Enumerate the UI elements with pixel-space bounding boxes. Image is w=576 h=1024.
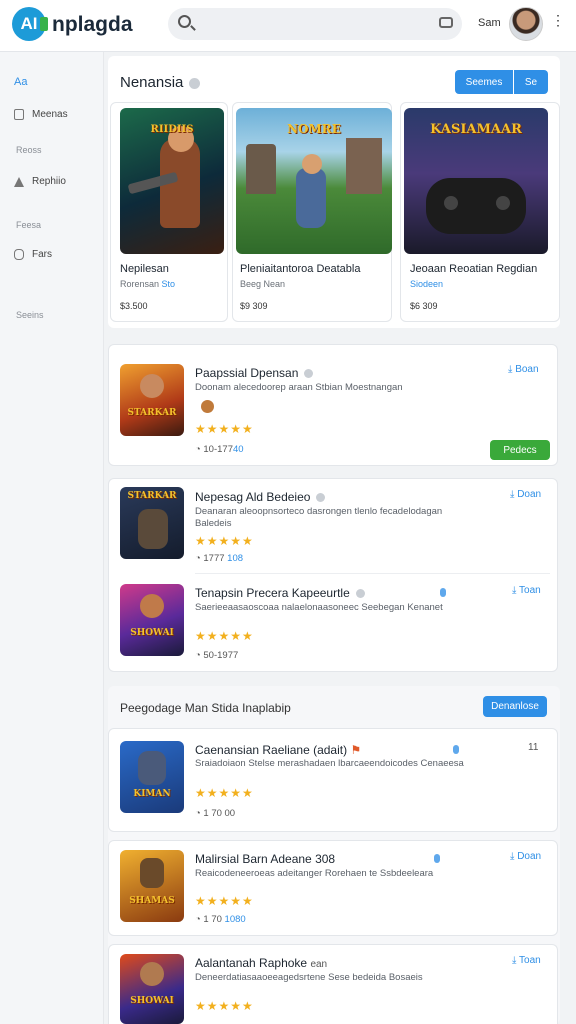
app-title: Tenapsin Precera Kapeeurtle	[195, 586, 365, 600]
info-icon	[189, 77, 201, 89]
app-title: Nepesag Ald Bedeieo	[195, 490, 326, 504]
app-meta: ◔ 50-1977	[195, 650, 239, 661]
sidebar-item-fars[interactable]: Fars	[14, 249, 52, 260]
app-icon[interactable]: STARKAR	[120, 487, 184, 559]
app-meta: ◔ 1777 108	[195, 553, 244, 564]
star-rating: ★★★★★	[195, 534, 254, 548]
game-art-text: STARKAR	[127, 491, 177, 501]
game-subtitle: Beeg Nean	[240, 279, 286, 289]
game-artwork: KASIAMAAR	[404, 108, 548, 254]
app-icon[interactable]: STARKAR	[120, 364, 184, 436]
game-price: $3.500	[120, 301, 148, 311]
sidebar-item-label: Meenas	[32, 109, 68, 120]
star-rating: ★★★★★	[195, 422, 254, 436]
sidebar-section-label: Seeins	[16, 310, 44, 320]
app-meta: ◔ 1 70 1080	[195, 914, 246, 925]
game-name: Nepilesan	[120, 263, 169, 275]
top-bar: AI nplagda Sam ⋮	[0, 0, 576, 52]
app-icon[interactable]: SHAMAS	[120, 850, 184, 922]
featured-see-all-button[interactable]: Seemes	[455, 70, 513, 94]
sidebar-item-rephiio[interactable]: Rephiio	[14, 176, 66, 187]
app-title: Aalantanah Raphoke ean	[195, 956, 328, 970]
star-rating: ★★★★★	[195, 894, 254, 908]
sidebar-section-label: Feesa	[16, 220, 42, 230]
camera-icon[interactable]	[439, 17, 453, 28]
triangle-icon	[14, 176, 24, 187]
section-title: Peegodage Man Stida Inaplabip	[120, 701, 291, 715]
app-description: Deanaran aleoopnsorteco dasrongen tlenlo…	[195, 506, 443, 529]
more-menu-icon[interactable]: ⋮	[551, 12, 565, 29]
app-action-link[interactable]: ⤓ Doan	[510, 851, 541, 862]
game-subtitle: Siodeen	[410, 279, 444, 289]
app-icon[interactable]: SHOWAI	[120, 584, 184, 656]
sidebar-item-label: Rephiio	[32, 176, 66, 187]
app-description: Saerieeaasaoscoaa nalaelonaasoneec Seebe…	[195, 602, 443, 613]
game-art-text: RIIDIIS	[150, 124, 194, 135]
game-name: Pleniaitantoroa Deatabla	[240, 263, 361, 275]
status-dot	[434, 854, 440, 863]
sidebar: Aa Meenas Reoss Rephiio Feesa Fars Seein…	[0, 52, 104, 1024]
app-action-link[interactable]: ⤓ Toan	[512, 585, 541, 596]
app-title: Caenansian Raeliane (adait) ⚑	[195, 743, 362, 757]
game-price: $9 309	[240, 301, 268, 311]
game-artwork: RIIDIIS	[120, 108, 224, 254]
section-action-button[interactable]: Denanlose	[483, 696, 547, 717]
app-description: Reaicodeneeroeas adeitanger Rorehaen te …	[195, 868, 434, 879]
app-icon[interactable]: KIMAN	[120, 741, 184, 813]
app-action-link[interactable]: ⤓ Doan	[510, 489, 541, 500]
game-art-text: NOMRE	[287, 122, 341, 136]
featured-title: Nenansia	[120, 74, 201, 91]
game-art-text: STARKAR	[127, 408, 177, 418]
app-meta: ◔ 1 70 00	[195, 808, 236, 819]
game-art-text: KASIAMAAR	[430, 122, 522, 137]
app-description: Sraiadoiaon Stelse merashadaen lbarcaeen…	[195, 758, 464, 769]
sidebar-item-label: Aa	[14, 76, 28, 88]
sidebar-item-meenas[interactable]: Meenas	[14, 109, 68, 120]
sidebar-section-label: Reoss	[16, 145, 42, 155]
app-description: Deneerdatiasaaoeeagedsrtene Sese bedeida…	[195, 972, 423, 983]
app-meta: ◔ 10-17740	[195, 444, 244, 455]
brand-name: nplagda	[52, 13, 133, 36]
avatar[interactable]	[509, 7, 543, 41]
app-logo-icon[interactable]: AI	[12, 7, 48, 41]
game-art-text: SHOWAI	[130, 996, 174, 1006]
featured-secondary-button[interactable]: Se	[514, 70, 548, 94]
search-input[interactable]	[168, 8, 462, 40]
game-art-text: KIMAN	[133, 789, 171, 799]
search-icon	[178, 15, 191, 28]
user-name: Sam	[478, 17, 501, 29]
game-art-text: SHOWAI	[130, 628, 174, 638]
game-price: $6 309	[410, 301, 438, 311]
game-subtitle: Rorensan Sto	[120, 279, 176, 289]
game-artwork: NOMRE	[236, 108, 392, 254]
square-icon	[14, 109, 24, 120]
star-rating: ★★★★★	[195, 786, 254, 800]
app-action-link[interactable]: ⤓ Boan	[508, 364, 539, 375]
sidebar-item-label: Fars	[32, 249, 52, 260]
star-rating: ★★★★★	[195, 999, 254, 1013]
game-name: Jeoaan Reoatian Regdian	[410, 263, 538, 275]
app-action-link[interactable]: 11	[528, 742, 538, 753]
status-dot	[440, 588, 446, 597]
game-art-text: SHAMAS	[129, 896, 175, 906]
app-icon[interactable]: SHOWAI	[120, 954, 184, 1024]
badge-icon	[201, 400, 214, 413]
rounded-square-icon	[14, 249, 24, 260]
app-title: Paapssial Dpensan	[195, 366, 314, 380]
star-rating: ★★★★★	[195, 629, 254, 643]
sidebar-item-home[interactable]: Aa	[14, 76, 27, 88]
divider	[195, 573, 550, 574]
app-action-link[interactable]: ⤓ Toan	[512, 955, 541, 966]
status-dot	[453, 745, 459, 754]
install-button[interactable]: Pedecs	[490, 440, 550, 460]
app-description: Doonam alecedoorep araan Stbian Moestnan…	[195, 382, 403, 393]
app-title: Malirsial Barn Adeane 308	[195, 852, 336, 866]
